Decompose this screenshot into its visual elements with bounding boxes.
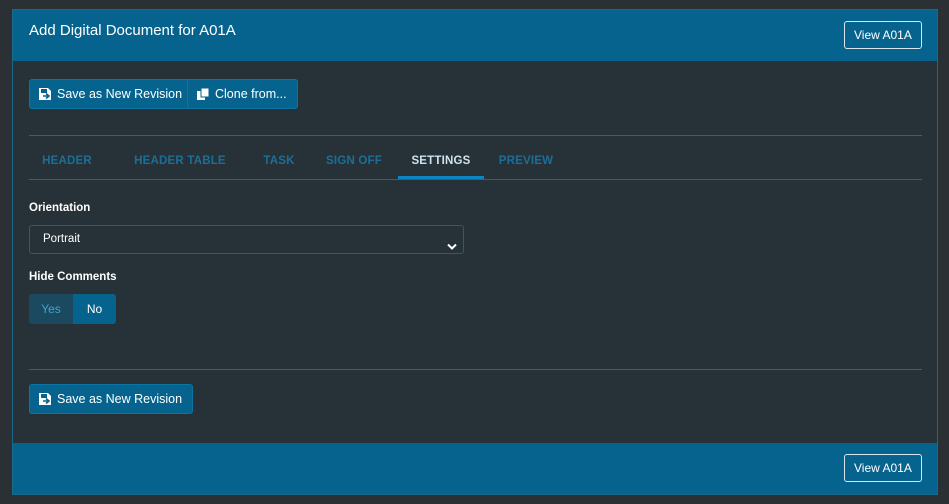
save-new-revision-bottom-label: Save as New Revision bbox=[57, 392, 183, 406]
clone-from-label: Clone from... bbox=[215, 87, 287, 101]
section-divider bbox=[29, 135, 922, 136]
bottom-divider bbox=[29, 369, 922, 370]
hide-comments-label: Hide Comments bbox=[29, 271, 117, 283]
clone-from-button[interactable]: Clone from... bbox=[187, 79, 298, 109]
tab-bar: HEADER HEADER TABLE TASK SIGN OFF SETTIN… bbox=[29, 145, 922, 180]
orientation-value: Portrait bbox=[43, 233, 81, 245]
tab-task[interactable]: TASK bbox=[254, 145, 304, 180]
view-record-button[interactable]: View A01A bbox=[844, 21, 922, 49]
document-panel: Add Digital Document for A01A View A01A … bbox=[12, 9, 938, 495]
tab-settings[interactable]: SETTINGS bbox=[398, 145, 484, 180]
save-revision-icon bbox=[38, 392, 52, 406]
hide-comments-yes-option[interactable]: Yes bbox=[29, 294, 73, 324]
view-record-footer-button[interactable]: View A01A bbox=[844, 454, 922, 482]
save-new-revision-bottom-button[interactable]: Save as New Revision bbox=[29, 384, 194, 414]
panel-footer: View A01A bbox=[13, 443, 937, 494]
tab-header-table[interactable]: HEADER TABLE bbox=[123, 145, 237, 180]
save-new-revision-button[interactable]: Save as New Revision bbox=[29, 79, 194, 109]
tab-sign-off[interactable]: SIGN OFF bbox=[316, 145, 392, 180]
chevron-down-icon bbox=[447, 235, 457, 262]
orientation-select[interactable]: Portrait bbox=[29, 225, 464, 254]
clone-icon bbox=[196, 87, 210, 101]
hide-comments-no-option[interactable]: No bbox=[73, 294, 116, 324]
panel-header: Add Digital Document for A01A View A01A bbox=[13, 10, 937, 61]
tab-header[interactable]: HEADER bbox=[29, 145, 105, 180]
tab-bar-divider bbox=[29, 179, 922, 180]
save-revision-icon bbox=[38, 87, 52, 101]
tab-preview[interactable]: PREVIEW bbox=[490, 145, 562, 180]
hide-comments-toggle: Yes No bbox=[29, 294, 116, 324]
orientation-label: Orientation bbox=[29, 202, 91, 214]
page-title: Add Digital Document for A01A bbox=[29, 22, 236, 39]
save-new-revision-label: Save as New Revision bbox=[57, 87, 183, 101]
